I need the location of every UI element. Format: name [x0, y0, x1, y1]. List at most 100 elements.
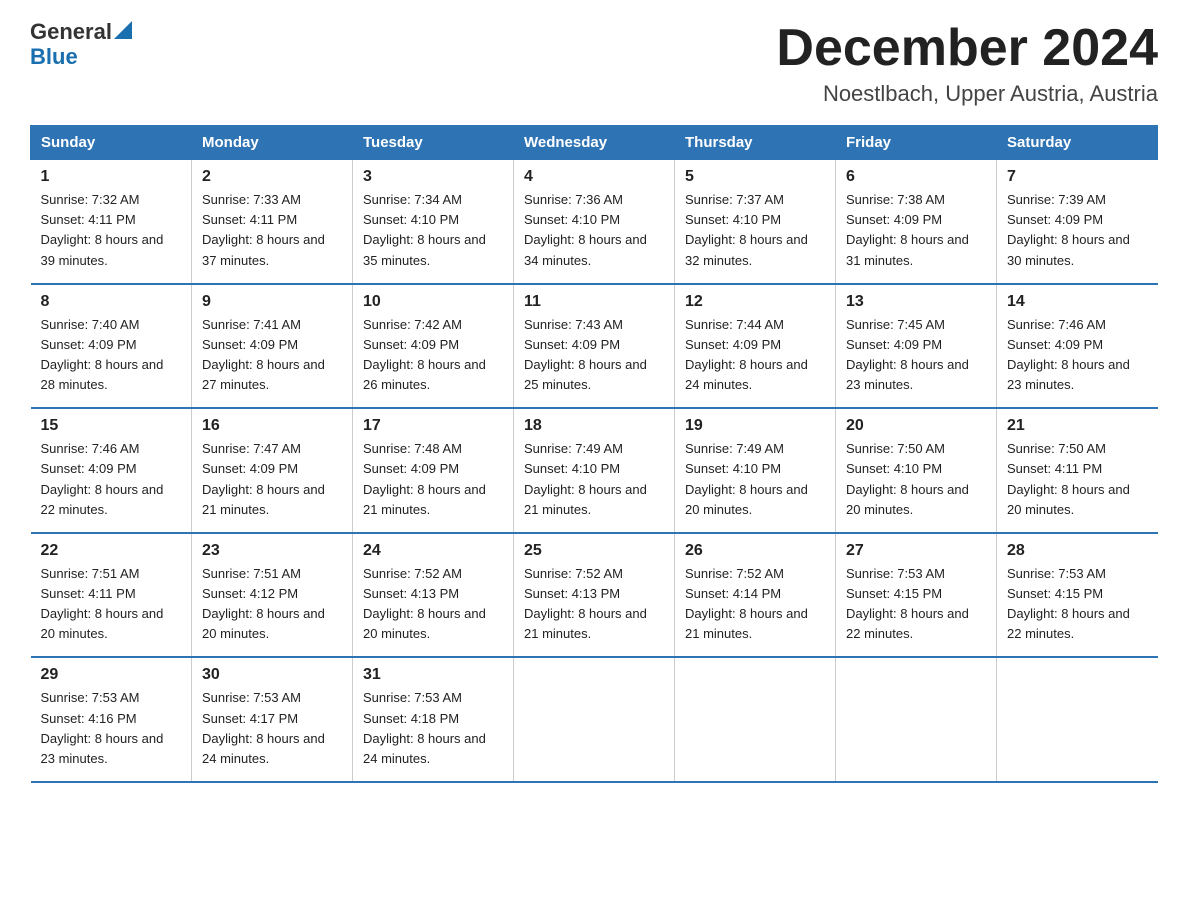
day-info: Sunrise: 7:50 AMSunset: 4:11 PMDaylight:…	[1007, 439, 1148, 520]
day-info: Sunrise: 7:49 AMSunset: 4:10 PMDaylight:…	[524, 439, 664, 520]
calendar-cell: 3 Sunrise: 7:34 AMSunset: 4:10 PMDayligh…	[353, 160, 514, 284]
day-number: 15	[41, 417, 182, 435]
calendar-cell	[675, 657, 836, 782]
day-number: 20	[846, 417, 986, 435]
location-title: Noestlbach, Upper Austria, Austria	[776, 81, 1158, 107]
calendar-cell: 31 Sunrise: 7:53 AMSunset: 4:18 PMDaylig…	[353, 657, 514, 782]
calendar-week-row: 15 Sunrise: 7:46 AMSunset: 4:09 PMDaylig…	[31, 408, 1158, 533]
day-number: 28	[1007, 542, 1148, 560]
day-info: Sunrise: 7:51 AMSunset: 4:11 PMDaylight:…	[41, 564, 182, 645]
day-number: 4	[524, 168, 664, 186]
day-info: Sunrise: 7:33 AMSunset: 4:11 PMDaylight:…	[202, 190, 342, 271]
calendar-table: SundayMondayTuesdayWednesdayThursdayFrid…	[30, 125, 1158, 783]
month-title: December 2024	[776, 20, 1158, 77]
weekday-header-tuesday: Tuesday	[353, 126, 514, 160]
calendar-cell	[836, 657, 997, 782]
weekday-header-monday: Monday	[192, 126, 353, 160]
day-number: 31	[363, 666, 503, 684]
day-info: Sunrise: 7:52 AMSunset: 4:14 PMDaylight:…	[685, 564, 825, 645]
day-number: 21	[1007, 417, 1148, 435]
weekday-header-row: SundayMondayTuesdayWednesdayThursdayFrid…	[31, 126, 1158, 160]
weekday-header-wednesday: Wednesday	[514, 126, 675, 160]
day-info: Sunrise: 7:46 AMSunset: 4:09 PMDaylight:…	[41, 439, 182, 520]
day-info: Sunrise: 7:50 AMSunset: 4:10 PMDaylight:…	[846, 439, 986, 520]
calendar-week-row: 22 Sunrise: 7:51 AMSunset: 4:11 PMDaylig…	[31, 533, 1158, 658]
logo: General Blue	[30, 20, 132, 70]
weekday-header-friday: Friday	[836, 126, 997, 160]
calendar-cell: 17 Sunrise: 7:48 AMSunset: 4:09 PMDaylig…	[353, 408, 514, 533]
day-number: 12	[685, 293, 825, 311]
day-info: Sunrise: 7:48 AMSunset: 4:09 PMDaylight:…	[363, 439, 503, 520]
day-info: Sunrise: 7:46 AMSunset: 4:09 PMDaylight:…	[1007, 315, 1148, 396]
day-number: 24	[363, 542, 503, 560]
day-info: Sunrise: 7:49 AMSunset: 4:10 PMDaylight:…	[685, 439, 825, 520]
day-number: 22	[41, 542, 182, 560]
calendar-cell: 24 Sunrise: 7:52 AMSunset: 4:13 PMDaylig…	[353, 533, 514, 658]
calendar-cell: 29 Sunrise: 7:53 AMSunset: 4:16 PMDaylig…	[31, 657, 192, 782]
calendar-cell: 1 Sunrise: 7:32 AMSunset: 4:11 PMDayligh…	[31, 160, 192, 284]
day-info: Sunrise: 7:44 AMSunset: 4:09 PMDaylight:…	[685, 315, 825, 396]
weekday-header-thursday: Thursday	[675, 126, 836, 160]
calendar-cell: 27 Sunrise: 7:53 AMSunset: 4:15 PMDaylig…	[836, 533, 997, 658]
calendar-cell: 14 Sunrise: 7:46 AMSunset: 4:09 PMDaylig…	[997, 284, 1158, 409]
day-number: 19	[685, 417, 825, 435]
logo-general-text: General	[30, 20, 112, 44]
day-info: Sunrise: 7:45 AMSunset: 4:09 PMDaylight:…	[846, 315, 986, 396]
calendar-cell: 22 Sunrise: 7:51 AMSunset: 4:11 PMDaylig…	[31, 533, 192, 658]
day-info: Sunrise: 7:53 AMSunset: 4:18 PMDaylight:…	[363, 688, 503, 769]
calendar-cell: 18 Sunrise: 7:49 AMSunset: 4:10 PMDaylig…	[514, 408, 675, 533]
calendar-cell	[997, 657, 1158, 782]
day-number: 10	[363, 293, 503, 311]
day-number: 1	[41, 168, 182, 186]
calendar-cell: 30 Sunrise: 7:53 AMSunset: 4:17 PMDaylig…	[192, 657, 353, 782]
day-info: Sunrise: 7:52 AMSunset: 4:13 PMDaylight:…	[363, 564, 503, 645]
calendar-cell: 23 Sunrise: 7:51 AMSunset: 4:12 PMDaylig…	[192, 533, 353, 658]
logo-triangle-icon	[114, 21, 132, 39]
calendar-week-row: 29 Sunrise: 7:53 AMSunset: 4:16 PMDaylig…	[31, 657, 1158, 782]
day-number: 8	[41, 293, 182, 311]
day-info: Sunrise: 7:53 AMSunset: 4:17 PMDaylight:…	[202, 688, 342, 769]
weekday-header-sunday: Sunday	[31, 126, 192, 160]
day-info: Sunrise: 7:34 AMSunset: 4:10 PMDaylight:…	[363, 190, 503, 271]
calendar-cell: 13 Sunrise: 7:45 AMSunset: 4:09 PMDaylig…	[836, 284, 997, 409]
calendar-cell: 15 Sunrise: 7:46 AMSunset: 4:09 PMDaylig…	[31, 408, 192, 533]
day-info: Sunrise: 7:53 AMSunset: 4:15 PMDaylight:…	[1007, 564, 1148, 645]
day-info: Sunrise: 7:37 AMSunset: 4:10 PMDaylight:…	[685, 190, 825, 271]
weekday-header-saturday: Saturday	[997, 126, 1158, 160]
day-info: Sunrise: 7:52 AMSunset: 4:13 PMDaylight:…	[524, 564, 664, 645]
calendar-cell: 8 Sunrise: 7:40 AMSunset: 4:09 PMDayligh…	[31, 284, 192, 409]
page-header: General Blue December 2024 Noestlbach, U…	[30, 20, 1158, 107]
day-number: 30	[202, 666, 342, 684]
day-number: 3	[363, 168, 503, 186]
calendar-cell: 2 Sunrise: 7:33 AMSunset: 4:11 PMDayligh…	[192, 160, 353, 284]
calendar-cell: 25 Sunrise: 7:52 AMSunset: 4:13 PMDaylig…	[514, 533, 675, 658]
day-info: Sunrise: 7:39 AMSunset: 4:09 PMDaylight:…	[1007, 190, 1148, 271]
calendar-cell: 9 Sunrise: 7:41 AMSunset: 4:09 PMDayligh…	[192, 284, 353, 409]
day-number: 9	[202, 293, 342, 311]
calendar-week-row: 8 Sunrise: 7:40 AMSunset: 4:09 PMDayligh…	[31, 284, 1158, 409]
day-info: Sunrise: 7:38 AMSunset: 4:09 PMDaylight:…	[846, 190, 986, 271]
day-number: 6	[846, 168, 986, 186]
day-number: 2	[202, 168, 342, 186]
calendar-cell: 6 Sunrise: 7:38 AMSunset: 4:09 PMDayligh…	[836, 160, 997, 284]
day-number: 18	[524, 417, 664, 435]
day-number: 27	[846, 542, 986, 560]
calendar-cell: 21 Sunrise: 7:50 AMSunset: 4:11 PMDaylig…	[997, 408, 1158, 533]
day-number: 23	[202, 542, 342, 560]
calendar-week-row: 1 Sunrise: 7:32 AMSunset: 4:11 PMDayligh…	[31, 160, 1158, 284]
day-info: Sunrise: 7:47 AMSunset: 4:09 PMDaylight:…	[202, 439, 342, 520]
calendar-cell: 19 Sunrise: 7:49 AMSunset: 4:10 PMDaylig…	[675, 408, 836, 533]
day-number: 29	[41, 666, 182, 684]
day-number: 11	[524, 293, 664, 311]
day-number: 5	[685, 168, 825, 186]
calendar-cell: 12 Sunrise: 7:44 AMSunset: 4:09 PMDaylig…	[675, 284, 836, 409]
day-info: Sunrise: 7:40 AMSunset: 4:09 PMDaylight:…	[41, 315, 182, 396]
day-info: Sunrise: 7:51 AMSunset: 4:12 PMDaylight:…	[202, 564, 342, 645]
calendar-cell: 28 Sunrise: 7:53 AMSunset: 4:15 PMDaylig…	[997, 533, 1158, 658]
calendar-cell: 7 Sunrise: 7:39 AMSunset: 4:09 PMDayligh…	[997, 160, 1158, 284]
title-area: December 2024 Noestlbach, Upper Austria,…	[776, 20, 1158, 107]
calendar-cell: 16 Sunrise: 7:47 AMSunset: 4:09 PMDaylig…	[192, 408, 353, 533]
day-number: 16	[202, 417, 342, 435]
calendar-cell	[514, 657, 675, 782]
day-number: 26	[685, 542, 825, 560]
